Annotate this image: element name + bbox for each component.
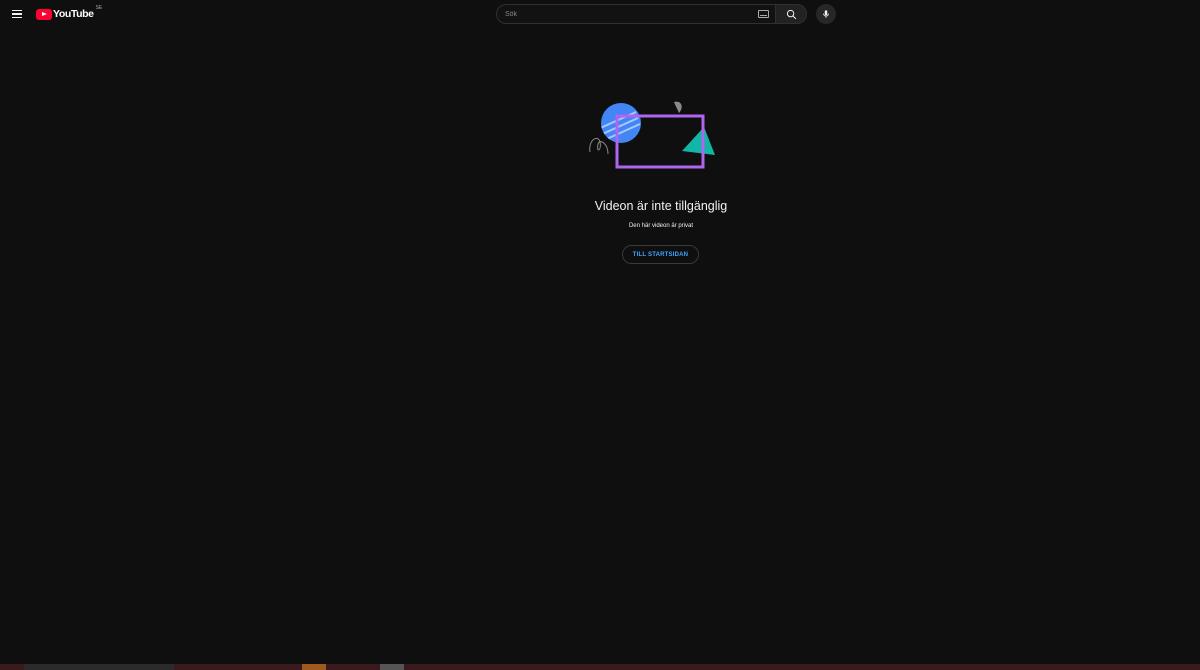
search-button[interactable] — [775, 4, 807, 24]
masthead: YouTube SE — [0, 0, 1200, 28]
search-box — [496, 4, 775, 24]
video-unavailable-illustration — [589, 101, 715, 169]
logo-text: YouTube — [53, 8, 94, 20]
squiggle-line — [589, 137, 609, 155]
error-subtitle: Den här videon är privat — [628, 223, 694, 229]
blue-circle-shape — [601, 103, 641, 143]
youtube-play-icon — [36, 8, 52, 20]
go-home-button[interactable]: TILL STARTSIDAN — [622, 245, 699, 264]
search-bar — [496, 4, 807, 24]
voice-search-button[interactable] — [816, 4, 836, 24]
teal-triangle-shape — [682, 127, 715, 155]
microphone-icon — [823, 10, 829, 18]
taskbar-segment — [302, 664, 326, 670]
grey-leaf-shape — [674, 101, 682, 113]
search-input[interactable] — [505, 10, 758, 18]
keyboard-icon[interactable] — [758, 10, 769, 18]
error-title: Videon är inte tillgänglig — [594, 199, 728, 213]
country-code: SE — [95, 5, 103, 11]
taskbar-segment — [24, 664, 174, 670]
hamburger-menu-icon[interactable] — [8, 5, 26, 23]
youtube-logo[interactable]: YouTube SE — [36, 5, 103, 20]
search-icon — [786, 9, 796, 19]
error-page: Videon är inte tillgänglig Den här video… — [0, 28, 1200, 664]
taskbar-segment — [380, 664, 404, 670]
os-taskbar-strip — [0, 664, 1200, 670]
